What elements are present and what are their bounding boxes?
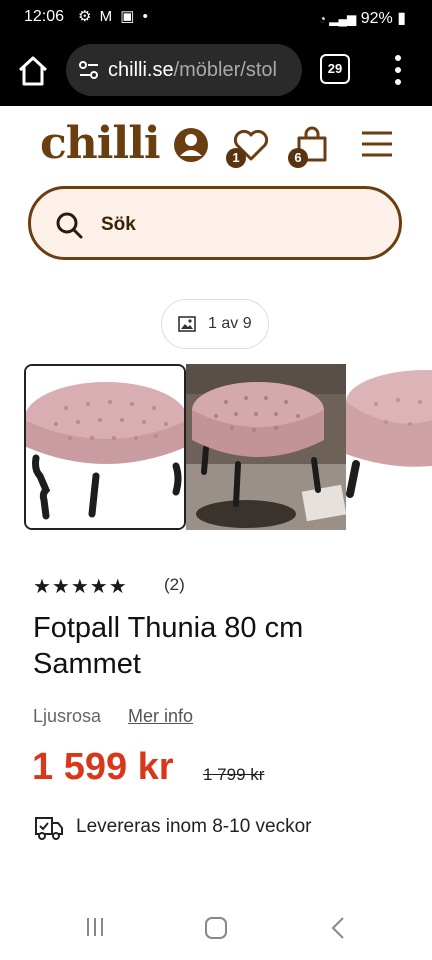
status-right: ◔ ▂▄▆ 92% ▮ [319,8,406,28]
delivery-info: Levereras inom 8-10 veckor [76,816,312,837]
gallery-counter-text: 1 av 9 [208,315,252,332]
recent-apps-icon[interactable] [84,916,106,938]
notification-icons: ⚙ M ▣ • [78,8,150,25]
url-host: chilli.se [108,59,174,81]
address-bar[interactable]: chilli.se/möbler/stol [66,44,302,96]
battery-icon: ▮ [397,10,406,27]
browser-toolbar: chilli.se/möbler/stol 29 [0,36,432,106]
status-bar: 12:06 ⚙ M ▣ • ◔ ▂▄▆ 92% ▮ [0,0,432,36]
search-icon [56,212,83,239]
review-count[interactable]: (2) [164,575,185,595]
battery-level: 92% [360,10,393,27]
image-icon [178,316,196,332]
home-icon[interactable] [16,54,50,88]
url-text: chilli.se/möbler/stol [108,59,277,82]
status-time: 12:06 [24,8,65,25]
old-price: 1 799 kr [203,765,265,784]
gallery-counter[interactable]: 1 av 9 [161,299,269,349]
cart-count-badge: 6 [288,148,308,168]
truck-icon [35,817,63,840]
user-icon[interactable] [172,126,210,164]
rating-stars: ★★★★★ [33,576,128,598]
search-bar[interactable]: Sök [28,186,402,260]
back-icon[interactable] [330,916,346,940]
product-image-3[interactable] [346,364,432,530]
tab-switcher-button[interactable]: 29 [320,54,350,84]
url-path: /möbler/stol [173,59,277,81]
product-color: Ljusrosa [33,706,102,726]
product-title: Fotpall Thunia 80 cm Sammet [33,612,304,680]
wifi-signal-icon: ◔ ▂▄▆ [318,12,357,26]
price: 1 599 kr [32,746,174,788]
hamburger-icon[interactable] [360,130,394,158]
more-info-link[interactable]: Mer info [128,706,193,727]
product-image-2[interactable] [186,364,346,530]
tune-icon[interactable] [78,60,100,80]
kebab-menu-icon[interactable] [392,54,404,86]
product-image-1[interactable] [24,364,186,530]
android-home-icon[interactable] [204,916,228,940]
wishlist-count-badge: 1 [226,148,246,168]
site-logo[interactable]: chilli [40,118,161,169]
search-placeholder: Sök [101,214,136,235]
